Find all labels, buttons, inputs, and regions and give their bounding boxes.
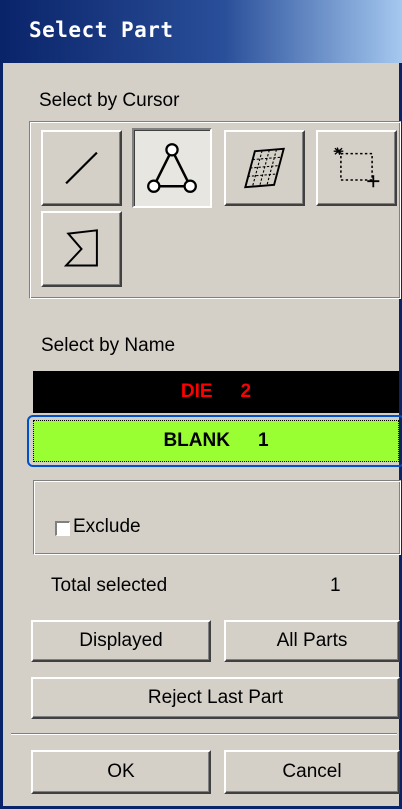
- part-id: 1: [257, 430, 269, 451]
- polygon-select-button[interactable]: [41, 211, 122, 287]
- line-select-button[interactable]: [41, 130, 122, 206]
- line-select-icon: [65, 151, 98, 185]
- exclude-checkbox[interactable]: [55, 521, 70, 536]
- part-row-blank[interactable]: BLANK 1: [33, 420, 399, 462]
- ok-button[interactable]: OK: [31, 750, 211, 794]
- triangle-node-select-button[interactable]: [132, 128, 212, 208]
- surface-mesh-select-icon: [244, 147, 285, 189]
- box-select-icon: [333, 147, 380, 188]
- displayed-button[interactable]: Displayed: [31, 620, 211, 662]
- part-name: DIE: [180, 381, 213, 402]
- footer-divider: [11, 733, 397, 735]
- part-row-die[interactable]: DIE 2: [33, 371, 399, 413]
- select-by-name-label: Select by Name: [41, 335, 176, 356]
- reject-last-part-button[interactable]: Reject Last Part: [31, 677, 400, 719]
- surface-mesh-select-button[interactable]: [224, 130, 305, 206]
- total-selected-label: Total selected: [51, 575, 168, 596]
- polygon-select-icon: [63, 229, 98, 267]
- dialog-title: Select Part: [29, 18, 174, 42]
- part-id: 2: [240, 381, 252, 402]
- title-bar[interactable]: Select Part: [3, 0, 402, 63]
- exclude-label: Exclude: [73, 516, 141, 537]
- total-selected-value: 1: [330, 575, 341, 596]
- select-by-cursor-label: Select by Cursor: [39, 90, 180, 111]
- part-name: BLANK: [163, 430, 230, 451]
- cancel-button[interactable]: Cancel: [224, 750, 400, 794]
- select-part-dialog: Select Part Select by Cursor Select by N…: [0, 0, 402, 809]
- triangle-node-select-icon: [147, 143, 197, 193]
- box-select-button[interactable]: [316, 130, 397, 206]
- all-parts-button[interactable]: All Parts: [224, 620, 400, 662]
